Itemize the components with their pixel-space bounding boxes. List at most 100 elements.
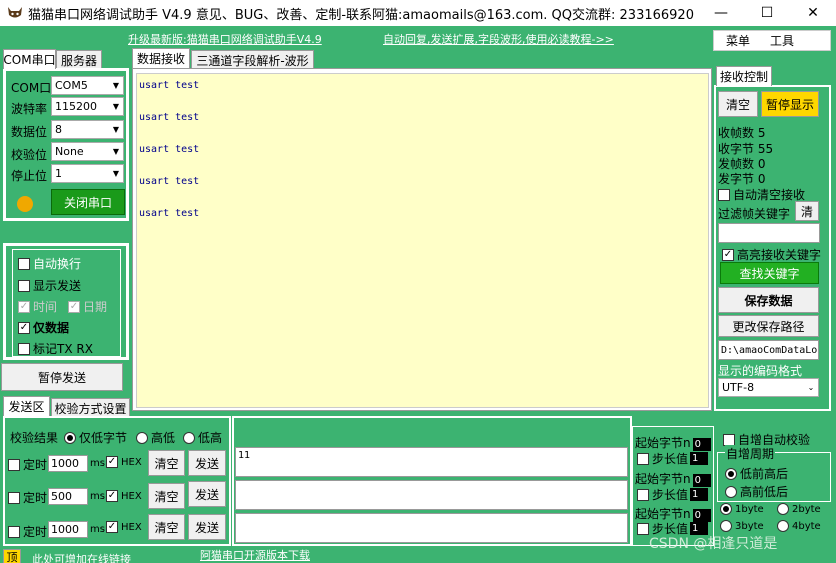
hex-label: HEX [121, 490, 142, 502]
upgrade-link[interactable]: 升级最新版:猫猫串口网络调试助手V4.9 [128, 31, 322, 47]
low-first-radio[interactable]: 低前高后 [725, 465, 788, 482]
send-row-1-interval-input[interactable]: 1000 [48, 455, 88, 472]
send-row-1-send-button[interactable]: 发送 [188, 450, 226, 476]
auto-reply-link[interactable]: 自动回复,发送扩展,字段波形,使用必读教程->> [383, 31, 614, 47]
tab-data-receive[interactable]: 数据接收 [132, 48, 190, 68]
tab-checksum-settings[interactable]: 校验方式设置 [51, 398, 130, 417]
byte1-radio[interactable]: 1byte [720, 503, 764, 515]
step-value[interactable]: 1 [690, 488, 709, 501]
databits-select[interactable]: 8 ▼ [51, 120, 124, 139]
radio-empty-icon [725, 485, 737, 498]
filter-clear-button[interactable]: 清 [795, 201, 819, 221]
checkbox-empty-icon [8, 491, 20, 504]
send-row-2-timed-checkbox[interactable]: 定时 [8, 489, 47, 506]
high-low-radio[interactable]: 高低 [136, 429, 175, 446]
send-row-3-text[interactable] [235, 513, 628, 543]
send-row-1-timed-checkbox[interactable]: 定时 [8, 456, 47, 473]
encoding-value: UTF-8 [722, 381, 755, 394]
stopbits-select[interactable]: 1 ▼ [51, 164, 124, 183]
frames-sent-label: 发帧数 [718, 157, 755, 171]
send-row-3-hex-checkbox[interactable]: ✓ HEX [106, 521, 142, 533]
chevron-down-icon: ▼ [112, 169, 120, 178]
receive-line: usart test [139, 112, 200, 123]
send-row-3-timed-checkbox[interactable]: 定时 [8, 523, 47, 540]
send-row-3-clear-button[interactable]: 清空 [148, 514, 185, 540]
byte3-radio[interactable]: 3byte [720, 520, 764, 532]
tab-three-channel-waveform[interactable]: 三通道字段解析-波形 [191, 50, 314, 69]
pause-display-button[interactable]: 暂停显示 [761, 91, 819, 117]
baud-select[interactable]: 115200 ▼ [51, 97, 124, 116]
show-send-checkbox[interactable]: 显示发送 [18, 277, 81, 294]
menu-item-tools[interactable]: 工具 [770, 32, 794, 49]
increment-period-label: 自增周期 [725, 445, 776, 462]
online-link[interactable]: 此处可增加在线链接 [32, 551, 131, 563]
save-data-button[interactable]: 保存数据 [718, 287, 819, 313]
send-row-2-hex-checkbox[interactable]: ✓ HEX [106, 490, 142, 502]
checkmark-icon: ✓ [18, 257, 30, 270]
port-status-indicator [17, 196, 33, 212]
pin-on-top-button[interactable]: 顶 [3, 549, 21, 563]
mark-txrx-checkbox[interactable]: 标记TX RX [18, 340, 93, 357]
bytes-received-value: 55 [757, 142, 774, 156]
timed-label: 定时 [23, 458, 48, 472]
auto-newline-checkbox[interactable]: ✓ 自动换行 [18, 255, 81, 272]
tab-receive-control[interactable]: 接收控制 [716, 66, 772, 86]
change-save-path-button[interactable]: 更改保存路径 [718, 315, 819, 337]
send-row-2-clear-button[interactable]: 清空 [148, 483, 185, 509]
only-low-label: 仅低字节 [79, 431, 128, 445]
send-row-2-text[interactable] [235, 480, 628, 510]
stopbits-label: 停止位 [11, 169, 48, 183]
group-1-step-checkbox[interactable]: 步长值 1 [637, 450, 709, 467]
high-low-label: 高低 [151, 431, 176, 445]
checkbox-empty-icon [718, 188, 730, 201]
only-low-radio[interactable]: 仅低字节 [64, 429, 127, 446]
baud-value: 115200 [55, 100, 97, 113]
checkbox-empty-icon [8, 458, 20, 471]
group-2-step-checkbox[interactable]: 步长值 1 [637, 486, 709, 503]
pause-send-button[interactable]: 暂停发送 [1, 363, 123, 391]
clear-receive-button[interactable]: 清空 [718, 91, 758, 117]
auto-clear-checkbox[interactable]: 自动清空接收 [718, 186, 805, 203]
chevron-down-icon: ▼ [112, 147, 120, 156]
encoding-select[interactable]: UTF-8 ⌄ [718, 378, 819, 397]
stopbits-value: 1 [55, 167, 62, 180]
filter-keyword-input[interactable] [718, 223, 820, 243]
menu-item-menu[interactable]: 菜单 [726, 32, 750, 49]
send-row-1-hex-checkbox[interactable]: ✓ HEX [106, 456, 142, 468]
find-keyword-button[interactable]: 查找关键字 [720, 262, 819, 284]
save-path-input[interactable]: D:\amaoComDataLo [718, 340, 819, 360]
send-row-2-send-button[interactable]: 发送 [188, 481, 226, 507]
tab-send-area[interactable]: 发送区 [3, 396, 50, 416]
close-button[interactable]: ✕ [790, 0, 836, 26]
radio-empty-icon [720, 520, 732, 532]
step-value[interactable]: 1 [690, 452, 709, 465]
checkbox-empty-icon [723, 433, 735, 446]
receive-line: usart test [139, 176, 200, 187]
minimize-button[interactable]: — [698, 0, 744, 26]
time-checkbox[interactable]: ✓ 时间 [18, 298, 57, 315]
receive-textarea[interactable]: usart test usart test usart test usart t… [136, 73, 709, 408]
send-row-1-clear-button[interactable]: 清空 [148, 450, 185, 476]
send-row-3-interval-input[interactable]: 1000 [48, 521, 88, 538]
radio-empty-icon [183, 431, 195, 444]
high-first-radio[interactable]: 高前低后 [725, 483, 788, 500]
tab-com-serial[interactable]: COM串口 [3, 49, 56, 69]
byte4-radio[interactable]: 4byte [777, 520, 821, 532]
close-port-button[interactable]: 关闭串口 [51, 189, 125, 215]
databits-value: 8 [55, 123, 62, 136]
send-row-1-text[interactable]: 11 [235, 447, 628, 477]
date-checkbox[interactable]: ✓ 日期 [68, 298, 107, 315]
highlight-keyword-checkbox[interactable]: ✓ 高亮接收关键字 [722, 246, 821, 263]
checkbox-empty-icon [18, 279, 30, 292]
low-high-radio[interactable]: 低高 [183, 429, 222, 446]
parity-select[interactable]: None ▼ [51, 142, 124, 161]
open-source-download-link[interactable]: 阿猫串口开源版本下载 [200, 547, 310, 563]
port-select[interactable]: COM5 ▼ [51, 76, 124, 95]
tab-server[interactable]: 服务器 [56, 50, 102, 69]
send-row-3-send-button[interactable]: 发送 [188, 514, 226, 540]
data-only-checkbox[interactable]: ✓ 仅数据 [18, 319, 69, 336]
send-row-2-interval-input[interactable]: 500 [48, 488, 88, 505]
start-byte-label: 起始字节n [635, 436, 691, 450]
maximize-button[interactable]: ☐ [744, 0, 790, 26]
byte2-radio[interactable]: 2byte [777, 503, 821, 515]
